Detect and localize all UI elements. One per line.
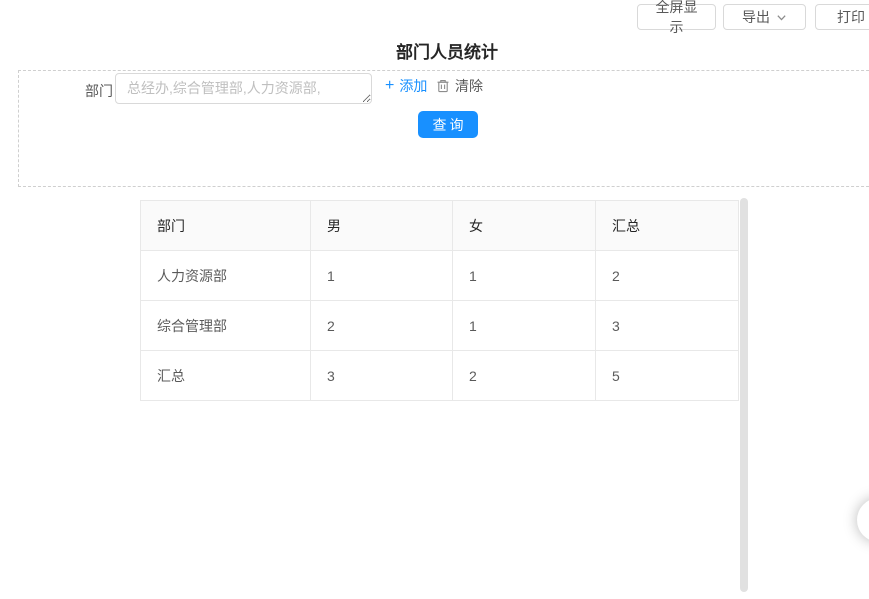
department-stats-table: 部门 男 女 汇总 人力资源部 1 1 2 综合管理部 2 1 3 汇总 3 <box>140 200 739 401</box>
cell-female: 1 <box>453 251 596 301</box>
vertical-scrollbar[interactable] <box>740 198 748 592</box>
cell-total: 5 <box>596 351 739 401</box>
chevron-down-icon <box>776 12 787 23</box>
cell-female: 1 <box>453 301 596 351</box>
print-button[interactable]: 打印 <box>815 4 869 30</box>
cell-department: 人力资源部 <box>141 251 311 301</box>
column-header-total: 汇总 <box>596 201 739 251</box>
table-row: 综合管理部 2 1 3 <box>141 301 739 351</box>
report-page: 全屏显示 导出 打印 部门人员统计 部门 + 添加 清除 查询 <box>0 0 869 599</box>
add-department-link[interactable]: + 添加 <box>385 76 427 96</box>
page-title: 部门人员统计 <box>0 38 869 63</box>
cell-male: 1 <box>311 251 453 301</box>
clear-departments-link[interactable]: 清除 <box>436 76 483 96</box>
column-header-department: 部门 <box>141 201 311 251</box>
cell-male: 3 <box>311 351 453 401</box>
table-row: 人力资源部 1 1 2 <box>141 251 739 301</box>
cell-total: 2 <box>596 251 739 301</box>
cell-department: 汇总 <box>141 351 311 401</box>
fullscreen-button[interactable]: 全屏显示 <box>637 4 716 30</box>
cell-total: 3 <box>596 301 739 351</box>
table-row: 汇总 3 2 5 <box>141 351 739 401</box>
print-button-label: 打印 <box>837 7 865 27</box>
export-button-label: 导出 <box>742 7 770 27</box>
cell-department: 综合管理部 <box>141 301 311 351</box>
plus-icon: + <box>385 78 394 94</box>
query-button[interactable]: 查询 <box>418 111 478 138</box>
department-input[interactable] <box>115 73 372 104</box>
column-header-female: 女 <box>453 201 596 251</box>
column-header-male: 男 <box>311 201 453 251</box>
table-header-row: 部门 男 女 汇总 <box>141 201 739 251</box>
floating-action-button[interactable] <box>857 498 869 542</box>
clear-link-label: 清除 <box>455 76 483 96</box>
cell-female: 2 <box>453 351 596 401</box>
export-button[interactable]: 导出 <box>723 4 806 30</box>
department-field-label: 部门 <box>85 81 113 101</box>
cell-male: 2 <box>311 301 453 351</box>
trash-icon <box>436 79 450 93</box>
fullscreen-button-label: 全屏显示 <box>650 0 703 37</box>
add-link-label: 添加 <box>399 76 427 96</box>
